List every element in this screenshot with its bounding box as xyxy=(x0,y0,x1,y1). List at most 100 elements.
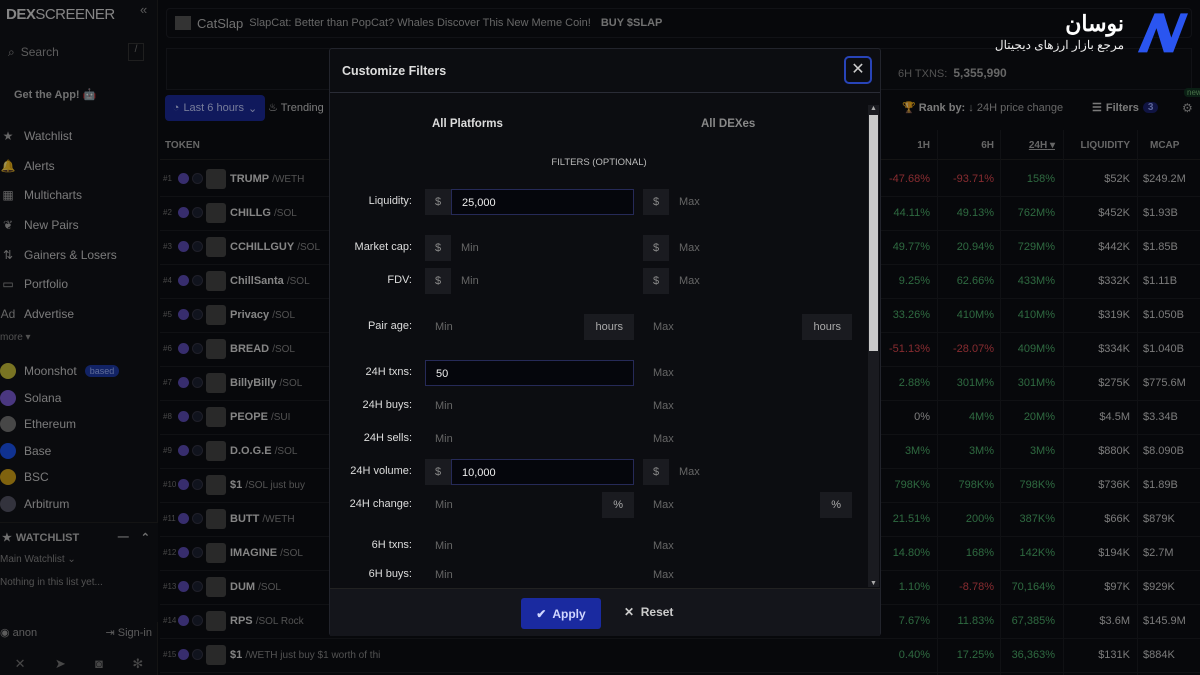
filter-max-field[interactable]: $ Max xyxy=(643,235,852,261)
chain-ethereum[interactable]: Ethereum xyxy=(0,411,150,438)
modal-scrollbar[interactable]: ▲ ▼ xyxy=(868,105,879,587)
banner-cta[interactable]: BUY $SLAP xyxy=(601,17,663,29)
col-24h[interactable]: 24H ▾ xyxy=(975,140,1055,151)
max-input[interactable]: Max xyxy=(669,268,852,294)
filter-min-field[interactable]: $10,000 xyxy=(425,459,634,485)
filter-min-field[interactable]: $ Min xyxy=(425,235,634,261)
minimize-icon[interactable]: — xyxy=(118,531,129,544)
token-name: BillyBilly /SOL xyxy=(230,377,302,389)
chain-base[interactable]: Base xyxy=(0,438,150,465)
row-rank: #13 xyxy=(163,582,177,591)
chain-arbitrum[interactable]: Arbitrum xyxy=(0,491,150,518)
max-input[interactable]: Max xyxy=(669,459,852,485)
telegram-icon[interactable]: ➤ xyxy=(55,656,66,672)
sidebar-item-new-pairs[interactable]: ❦ New Pairs xyxy=(0,210,150,240)
gear-icon[interactable]: ⚙ xyxy=(1182,101,1193,115)
filters-button[interactable]: ☰ Filters 3 xyxy=(1092,101,1159,114)
mcap: $1.040B xyxy=(1143,343,1184,355)
min-input[interactable]: Min xyxy=(425,492,602,518)
col-liquidity[interactable]: LIQUIDITY xyxy=(1050,140,1130,151)
trending-button[interactable]: ♨ Trending xyxy=(268,101,324,114)
more-menu[interactable]: more ▾ xyxy=(0,332,31,343)
filter-max-field[interactable]: Max xyxy=(643,562,852,588)
tab-all-platforms[interactable]: All Platforms xyxy=(432,118,503,130)
col-mcap[interactable]: MCAP xyxy=(1150,140,1200,151)
reset-button[interactable]: ✕ Reset xyxy=(624,605,673,619)
table-row[interactable]: #15 $1 /WETH just buy $1 worth of thi 0.40… xyxy=(160,639,1200,673)
token-name: PEOPE /SUI xyxy=(230,411,290,423)
get-app-link[interactable]: Get the App! 🤖 xyxy=(14,88,96,101)
col-token[interactable]: TOKEN xyxy=(165,140,200,151)
watchlist-select[interactable]: Main Watchlist ⌄ xyxy=(0,552,158,567)
filter-min-field[interactable]: $25,000 xyxy=(425,189,634,215)
min-input[interactable]: 25,000 xyxy=(451,189,634,215)
chain-moonshot[interactable]: Moonshot based xyxy=(0,358,150,385)
filter-max-field[interactable]: $ Max xyxy=(643,459,852,485)
filter-min-field[interactable]: Min xyxy=(425,426,634,452)
sign-in-button[interactable]: ⇥ Sign-in xyxy=(105,626,152,639)
user-anon[interactable]: ◉ anon xyxy=(0,626,37,639)
filter-min-field[interactable]: 50 xyxy=(425,360,634,386)
filter-max-field[interactable]: Max hours xyxy=(643,314,852,340)
filter-min-field[interactable]: Min hours xyxy=(425,314,634,340)
min-input[interactable]: Min xyxy=(425,426,634,452)
settings-icon[interactable]: ✻ xyxy=(132,656,143,672)
min-input[interactable]: Min xyxy=(425,314,584,340)
dexscreener-logo[interactable]: DEXSCREENER xyxy=(6,6,115,23)
filter-max-field[interactable]: $ Max xyxy=(643,268,852,294)
min-input[interactable]: Min xyxy=(451,268,634,294)
min-input[interactable]: Min xyxy=(425,562,634,588)
filter-max-field[interactable]: $ Max xyxy=(643,189,852,215)
max-input[interactable]: Max xyxy=(669,189,852,215)
min-input[interactable]: Min xyxy=(451,235,634,261)
token-symbol: IMAGINE xyxy=(230,547,278,559)
max-input[interactable]: Max xyxy=(669,235,852,261)
change-h24: 409M% xyxy=(1017,343,1055,355)
sidebar-item-alerts[interactable]: 🔔 Alerts xyxy=(0,151,150,181)
x-icon[interactable]: ✕ xyxy=(15,656,26,672)
filter-row: FDV: $ Min $ Max xyxy=(330,268,868,294)
max-input[interactable]: Max xyxy=(643,360,852,386)
chain-bsc[interactable]: BSC xyxy=(0,464,150,491)
max-input[interactable]: Max xyxy=(643,314,802,340)
rank-by-button[interactable]: 🏆 Rank by: ↓ 24H price change xyxy=(902,101,1063,114)
apply-button[interactable]: ✔ Apply xyxy=(521,598,601,629)
max-input[interactable]: Max xyxy=(643,393,852,419)
sidebar-item-advertise[interactable]: Ad Advertise xyxy=(0,299,150,329)
filter-min-field[interactable]: Min xyxy=(425,393,634,419)
chain-solana[interactable]: Solana xyxy=(0,385,150,412)
filter-max-field[interactable]: Max% xyxy=(643,492,852,518)
filter-max-field[interactable]: Max xyxy=(643,426,852,452)
chain-icon xyxy=(178,377,189,388)
sidebar-item-portfolio[interactable]: ▭ Portfolio xyxy=(0,269,150,299)
filter-min-field[interactable]: Min xyxy=(425,533,634,559)
filter-min-field[interactable]: $ Min xyxy=(425,268,634,294)
sidebar-item-watchlist[interactable]: ★ Watchlist xyxy=(0,121,150,151)
max-input[interactable]: Max xyxy=(643,426,852,452)
mcap: $884K xyxy=(1143,649,1175,661)
filter-min-field[interactable]: Min% xyxy=(425,492,634,518)
max-input[interactable]: Max xyxy=(643,562,852,588)
min-input[interactable]: 10,000 xyxy=(451,459,634,485)
time-range-button[interactable]: ◔ Last 6 hours ⌄ xyxy=(165,95,265,121)
min-input[interactable]: Min xyxy=(425,533,634,559)
chain-icon xyxy=(178,173,189,184)
filters-section-title: FILTERS (OPTIONAL) xyxy=(551,157,647,168)
sidebar-item-gainers-losers[interactable]: ⇅ Gainers & Losers xyxy=(0,240,150,270)
min-input[interactable]: 50 xyxy=(425,360,634,386)
filter-max-field[interactable]: Max xyxy=(643,360,852,386)
close-icon[interactable]: ✕ xyxy=(844,56,872,84)
sidebar-item-multicharts[interactable]: ▦ Multicharts xyxy=(0,180,150,210)
expand-icon[interactable]: ⌃ xyxy=(141,531,150,544)
search-input[interactable]: ⌕ Search / xyxy=(4,40,144,64)
discord-icon[interactable]: ◙ xyxy=(95,656,103,672)
min-input[interactable]: Min xyxy=(425,393,634,419)
filter-max-field[interactable]: Max xyxy=(643,393,852,419)
max-input[interactable]: Max xyxy=(643,492,820,518)
max-input[interactable]: Max xyxy=(643,533,852,559)
collapse-sidebar-icon[interactable]: « xyxy=(140,2,147,17)
tab-all-dexes[interactable]: All DEXes xyxy=(701,118,755,130)
filter-min-field[interactable]: Min xyxy=(425,562,634,588)
filter-max-field[interactable]: Max xyxy=(643,533,852,559)
mcap: $1.85B xyxy=(1143,241,1178,253)
